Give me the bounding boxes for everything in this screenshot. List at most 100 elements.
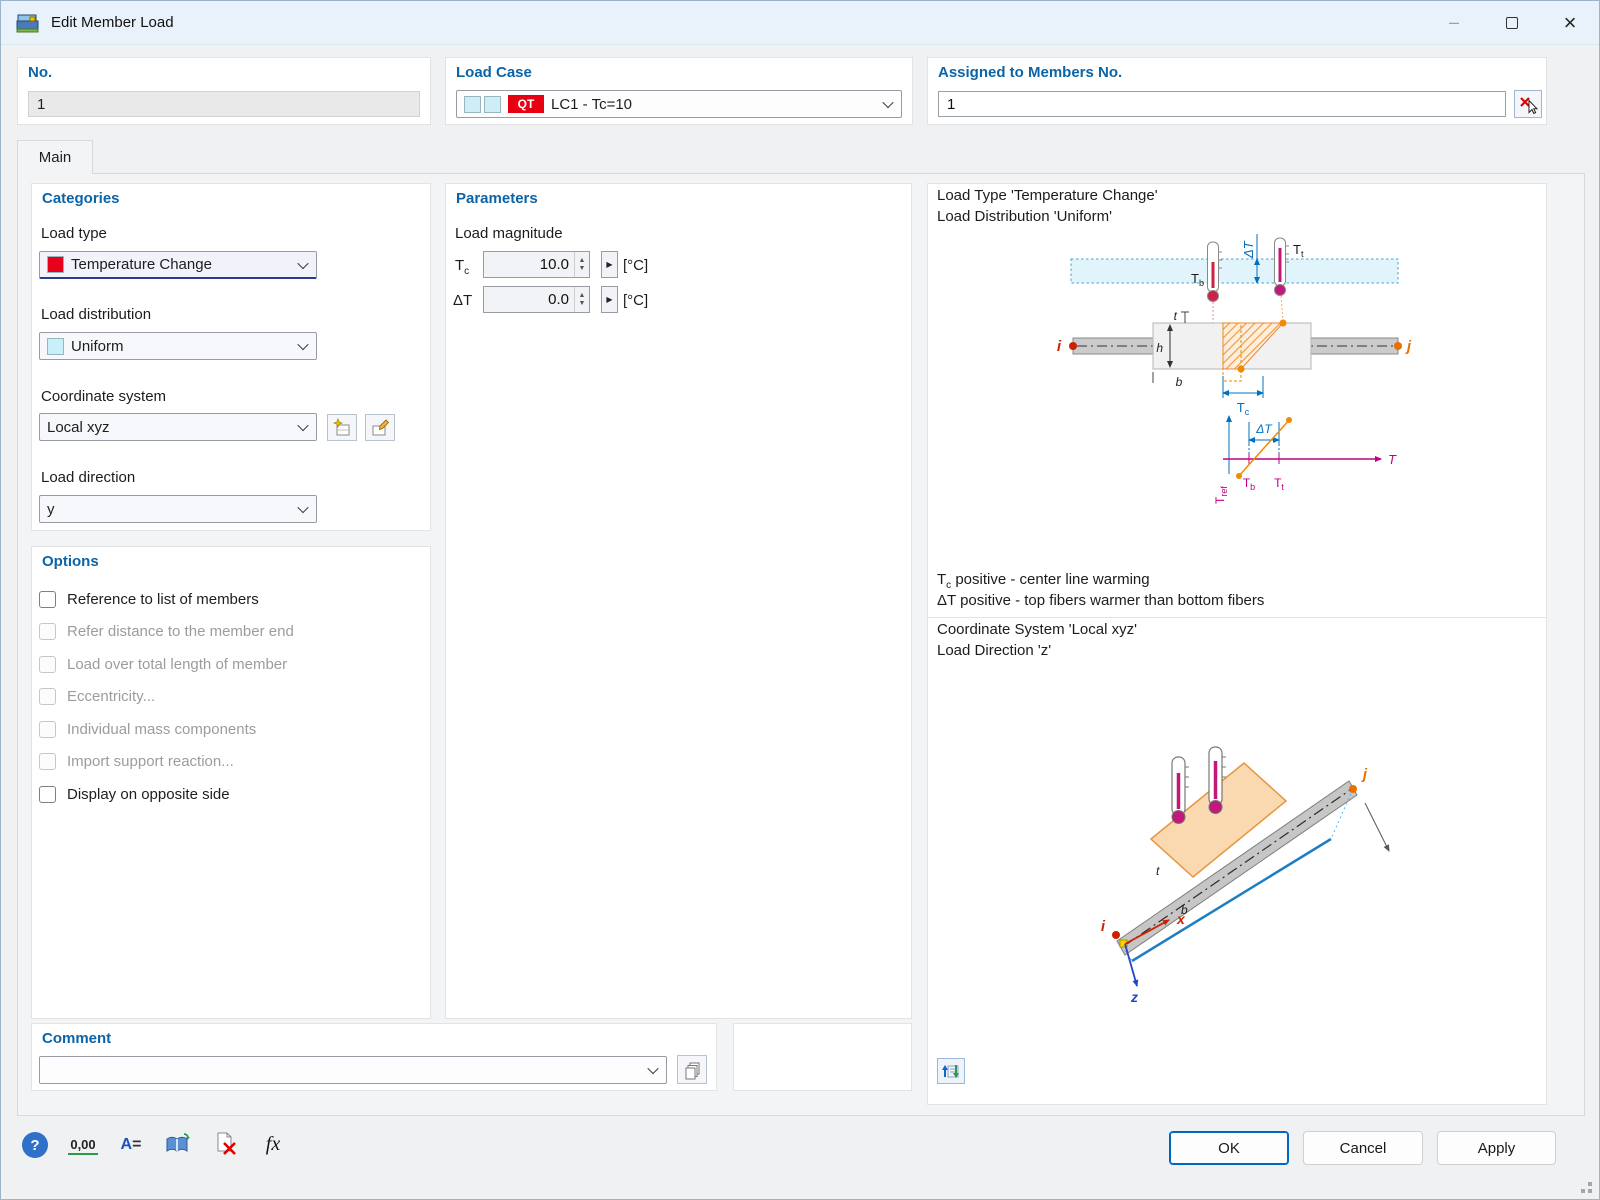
edit-coordinate-system-button[interactable] xyxy=(365,414,395,441)
reference-to-list-checkbox[interactable] xyxy=(39,591,56,608)
coordinate-system-combobox[interactable]: Local xyz xyxy=(39,413,317,441)
display-on-opposite-side-checkbox[interactable] xyxy=(39,786,56,803)
divider xyxy=(928,617,1546,618)
delete-load-button[interactable] xyxy=(209,1129,243,1159)
tab-main-label: Main xyxy=(39,149,72,166)
dt-detail-button[interactable]: ▶ xyxy=(601,286,618,313)
app-icon xyxy=(15,10,41,36)
minimize-icon: – xyxy=(1449,12,1459,33)
load-case-combobox[interactable]: QT LC1 - Tc=10 xyxy=(456,90,902,118)
load-direction-combobox[interactable]: y xyxy=(39,495,317,523)
checkbox-row: Import support reaction... xyxy=(39,749,234,773)
pick-members-icon xyxy=(1518,94,1538,114)
svg-text:Tb: Tb xyxy=(1243,476,1255,492)
svg-text:b: b xyxy=(1181,903,1188,917)
window-title: Edit Member Load xyxy=(51,14,174,31)
temperature-distribution-diagram: ΔT Tt Tb i j t h b xyxy=(927,226,1547,571)
svg-text:h: h xyxy=(1156,341,1163,355)
cancel-button[interactable]: Cancel xyxy=(1303,1131,1423,1165)
svg-text:i: i xyxy=(1057,338,1062,355)
checkbox-label: Individual mass components xyxy=(67,721,256,738)
detail-arrow-icon: ▶ xyxy=(606,295,612,304)
load-distribution-combobox[interactable]: Uniform xyxy=(39,332,317,360)
individual-mass-components-checkbox xyxy=(39,721,56,738)
checkbox-row: Individual mass components xyxy=(39,717,256,741)
formula-icon: fx xyxy=(266,1133,280,1156)
load-type-combobox[interactable]: Temperature Change xyxy=(39,251,317,279)
spin-up-icon[interactable]: ▲ xyxy=(575,292,589,299)
cancel-label: Cancel xyxy=(1340,1140,1387,1157)
checkbox-label: Load over total length of member xyxy=(67,656,287,673)
svg-text:b: b xyxy=(1176,375,1183,389)
tab-main[interactable]: Main xyxy=(17,140,93,174)
load-magnitude-label: Load magnitude xyxy=(455,225,563,242)
delete-icon xyxy=(214,1131,238,1157)
library-button[interactable] xyxy=(159,1129,195,1159)
detail-arrow-icon: ▶ xyxy=(606,260,612,269)
info-load-distribution-line: Load Distribution 'Uniform' xyxy=(937,208,1112,225)
checkbox-row: Display on opposite side xyxy=(39,782,230,806)
resize-grip[interactable] xyxy=(1588,1189,1592,1193)
comment-combobox[interactable] xyxy=(39,1056,667,1084)
svg-text:Tt: Tt xyxy=(1274,476,1284,492)
eccentricity-checkbox xyxy=(39,688,56,705)
info-coordinate-system-line: Coordinate System 'Local xyz' xyxy=(937,621,1137,638)
svg-text:z: z xyxy=(1130,989,1138,1005)
maximize-icon xyxy=(1506,17,1518,29)
tc-label: Tc xyxy=(455,257,469,277)
load-type-label: Load type xyxy=(41,225,107,242)
annotation-button[interactable]: A= xyxy=(113,1131,149,1159)
apply-button[interactable]: Apply xyxy=(1437,1131,1556,1165)
dt-unit: [°C] xyxy=(623,292,648,309)
checkbox-label: Refer distance to the member end xyxy=(67,623,294,640)
spin-down-icon[interactable]: ▼ xyxy=(575,265,589,272)
tc-spinbox: ▲ ▼ xyxy=(483,251,590,278)
checkbox-row: Eccentricity... xyxy=(39,684,155,708)
annotation-icon: A= xyxy=(121,1136,142,1154)
spin-up-icon[interactable]: ▲ xyxy=(575,257,589,264)
svg-text:j: j xyxy=(1361,766,1368,783)
spin-down-icon[interactable]: ▼ xyxy=(575,300,589,307)
help-icon: ? xyxy=(22,1132,48,1158)
load-direction-label: Load direction xyxy=(41,469,135,486)
tc-input[interactable] xyxy=(484,252,574,277)
svg-text:Tt: Tt xyxy=(1293,242,1304,259)
dt-label: ΔT xyxy=(453,292,472,309)
ok-button[interactable]: OK xyxy=(1169,1131,1289,1165)
dt-input[interactable] xyxy=(484,287,574,312)
load-case-panel: Load Case QT LC1 - Tc=10 xyxy=(445,57,913,125)
formula-button[interactable]: fx xyxy=(255,1127,291,1161)
load-case-color-swatch xyxy=(464,96,481,113)
svg-text:Tc: Tc xyxy=(1237,400,1250,417)
load-over-total-length-checkbox xyxy=(39,656,56,673)
svg-text:t: t xyxy=(1174,309,1178,323)
info-note1: Tc positive - center line warming xyxy=(937,571,1150,591)
maximize-button[interactable] xyxy=(1483,1,1541,44)
load-number-input xyxy=(28,91,420,117)
swap-view-button[interactable] xyxy=(937,1058,965,1084)
assigned-members-input[interactable] xyxy=(938,91,1506,117)
info-note2: ΔT positive - top fibers warmer than bot… xyxy=(937,592,1264,609)
minimize-button[interactable]: – xyxy=(1425,1,1483,44)
categories-title: Categories xyxy=(42,190,120,207)
load-type-value: Temperature Change xyxy=(71,256,212,273)
svg-text:t: t xyxy=(1156,864,1160,878)
copy-comment-button[interactable] xyxy=(677,1055,707,1084)
load-distribution-value: Uniform xyxy=(71,338,124,355)
close-button[interactable]: × xyxy=(1541,1,1599,44)
svg-text:j: j xyxy=(1405,338,1412,355)
new-coordinate-system-button[interactable] xyxy=(327,414,357,441)
help-button[interactable]: ? xyxy=(21,1131,49,1159)
slab-band xyxy=(1071,259,1398,283)
checkbox-row: Refer distance to the member end xyxy=(39,619,294,643)
svg-text:T: T xyxy=(1388,452,1397,467)
svg-text:i: i xyxy=(1101,918,1106,935)
tc-detail-button[interactable]: ▶ xyxy=(601,251,618,278)
member-orientation-diagram: i j x z t b xyxy=(927,661,1547,1051)
units-settings-button[interactable]: 0,00 xyxy=(63,1131,103,1159)
svg-text:ΔT: ΔT xyxy=(1255,422,1273,436)
info-load-type-line: Load Type 'Temperature Change' xyxy=(937,187,1158,204)
pick-members-button[interactable] xyxy=(1514,90,1542,118)
load-case-value: LC1 - Tc=10 xyxy=(551,96,632,113)
close-icon: × xyxy=(1564,10,1577,36)
